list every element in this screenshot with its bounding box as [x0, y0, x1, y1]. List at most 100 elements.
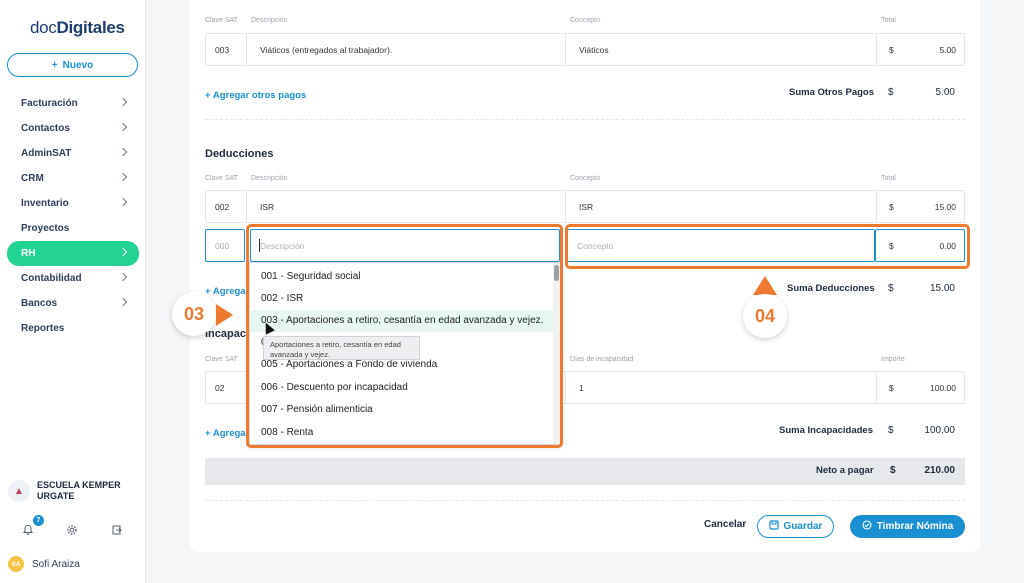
- row-descripcion: ISR: [260, 202, 275, 212]
- header-clave: Clave SAT: [205, 17, 238, 24]
- sidebar-item-label: Proyectos: [21, 223, 70, 234]
- chevron-right-icon: [118, 272, 128, 282]
- row-total: 5.00: [939, 45, 956, 55]
- step-03-marker: 03: [172, 292, 216, 336]
- highlight-concepto-total: [565, 224, 970, 269]
- check-circle-icon: [862, 520, 872, 533]
- sidebar-item-label: RH: [21, 248, 36, 259]
- sidebar-item-adminsat[interactable]: AdminSAT: [7, 141, 139, 166]
- row-dias: 1: [579, 383, 584, 393]
- logo-suffix: Digitales: [56, 18, 125, 37]
- sidebar-item-facturacion[interactable]: Facturación: [7, 91, 139, 116]
- neto-bar: Neto a pagar $ 210.00: [205, 458, 965, 485]
- stamp-payroll-button[interactable]: Timbrar Nómina: [850, 515, 965, 538]
- organization-name: ESCUELA KEMPER URGATE: [37, 480, 121, 501]
- sidebar-item-label: Facturación: [21, 98, 78, 109]
- save-button-label: Guardar: [783, 521, 823, 532]
- organization[interactable]: ▲ ESCUELA KEMPER URGATE: [8, 480, 137, 502]
- new-button[interactable]: + Nuevo: [7, 53, 138, 77]
- sidebar-item-contabilidad[interactable]: Contabilidad: [7, 266, 139, 291]
- add-otros-pagos-link[interactable]: + Agregar otros pagos: [205, 90, 306, 101]
- header-clave: Clave SAT: [205, 356, 238, 363]
- row-currency: $: [889, 45, 894, 55]
- sum-incapacidades-label: Suma Incapacidades: [779, 425, 873, 436]
- sidebar-item-label: AdminSAT: [21, 148, 72, 159]
- header-importe: Importe: [881, 356, 905, 363]
- save-button[interactable]: Guardar: [757, 515, 834, 538]
- header-concepto: Concepto: [570, 17, 600, 24]
- header-total: Total: [881, 175, 896, 182]
- sidebar-item-label: Contactos: [21, 123, 70, 134]
- row-currency: $: [889, 383, 894, 393]
- header-concepto: Concepto: [570, 175, 600, 182]
- sidebar-item-label: Contabilidad: [21, 273, 82, 284]
- neto-currency: $: [890, 465, 896, 476]
- row-clave: 003: [215, 45, 230, 55]
- chevron-right-icon: [118, 297, 128, 307]
- add-deduccion-link[interactable]: + Agrega: [205, 286, 246, 297]
- arrow-right-icon: [216, 304, 233, 326]
- sidebar-item-label: Inventario: [21, 198, 69, 209]
- sum-deducciones-currency: $: [888, 283, 894, 294]
- sum-deducciones-label: Suma Deducciones: [787, 283, 875, 294]
- sidebar-item-contactos[interactable]: Contactos: [7, 116, 139, 141]
- row-clave: 002: [215, 202, 230, 212]
- add-incapacidad-link[interactable]: + Agrega: [205, 428, 246, 439]
- avatar: SA: [8, 556, 24, 572]
- divider: [205, 500, 965, 501]
- table-row[interactable]: 002 ISR ISR $ 15.00: [205, 190, 965, 223]
- sidebar-item-label: Bancos: [21, 298, 58, 309]
- chevron-right-icon: [118, 122, 128, 132]
- sum-otros-pagos-value: 5.00: [935, 87, 955, 98]
- sidebar-item-label: CRM: [21, 173, 44, 184]
- sidebar-item-reportes[interactable]: Reportes: [7, 316, 139, 341]
- arrow-up-icon: [753, 276, 777, 295]
- sum-otros-pagos-label: Suma Otros Pagos: [789, 87, 874, 98]
- logo-prefix: doc: [30, 18, 57, 37]
- neto-value: 210.00: [924, 465, 955, 476]
- neto-label: Neto a pagar: [816, 465, 874, 476]
- row-clave: 02: [215, 383, 225, 393]
- logout-icon[interactable]: [110, 524, 124, 538]
- clave-placeholder: 000: [215, 241, 230, 251]
- sidebar-item-proyectos[interactable]: Proyectos: [7, 216, 139, 241]
- chevron-right-icon: [118, 147, 128, 157]
- sidebar-item-bancos[interactable]: Bancos: [7, 291, 139, 316]
- row-total: 15.00: [934, 202, 956, 212]
- sidebar: docDigitales + Nuevo Facturación Contacto…: [0, 0, 146, 583]
- sidebar-toolbar: [0, 518, 146, 544]
- chevron-right-icon: [118, 172, 128, 182]
- user-name: Sofi Araiza: [32, 558, 80, 570]
- sidebar-nav: Facturación Contactos AdminSAT CRM Inven…: [0, 91, 146, 341]
- sum-incapacidades-currency: $: [888, 425, 894, 436]
- logo[interactable]: docDigitales: [30, 18, 125, 38]
- user-profile[interactable]: SA Sofi Araiza: [8, 556, 80, 572]
- header-descripcion: Descripción: [251, 17, 288, 24]
- cancel-button[interactable]: Cancelar: [704, 519, 746, 530]
- sidebar-item-inventario[interactable]: Inventario: [7, 191, 139, 216]
- header-total: Total: [881, 17, 896, 24]
- sidebar-item-rh[interactable]: RH: [7, 241, 139, 266]
- deducciones-title: Deducciones: [205, 148, 274, 160]
- row-descripcion: Viáticos (entregados al trabajador).: [260, 45, 393, 55]
- highlight-descripcion: [246, 224, 563, 448]
- sum-deducciones-value: 15.00: [929, 283, 955, 294]
- header-descripcion: Descripción: [251, 175, 288, 182]
- clave-input[interactable]: 000: [205, 229, 245, 262]
- table-row[interactable]: 003 Viáticos (entregados al trabajador).…: [205, 33, 965, 66]
- row-currency: $: [889, 202, 894, 212]
- row-concepto: Viáticos: [579, 45, 609, 55]
- divider: [205, 119, 965, 120]
- chevron-right-icon: [118, 197, 128, 207]
- row-concepto: ISR: [579, 202, 594, 212]
- sidebar-item-crm[interactable]: CRM: [7, 166, 139, 191]
- bell-icon[interactable]: [21, 524, 35, 538]
- save-icon: [768, 520, 779, 533]
- chevron-right-icon: [118, 247, 128, 257]
- header-clave: Clave SAT: [205, 175, 238, 182]
- chevron-right-icon: [118, 97, 128, 107]
- organization-logo-icon: ▲: [8, 480, 30, 502]
- gear-icon[interactable]: [65, 524, 79, 538]
- sum-incapacidades-value: 100.00: [924, 425, 955, 436]
- stamp-payroll-button-label: Timbrar Nómina: [876, 521, 954, 532]
